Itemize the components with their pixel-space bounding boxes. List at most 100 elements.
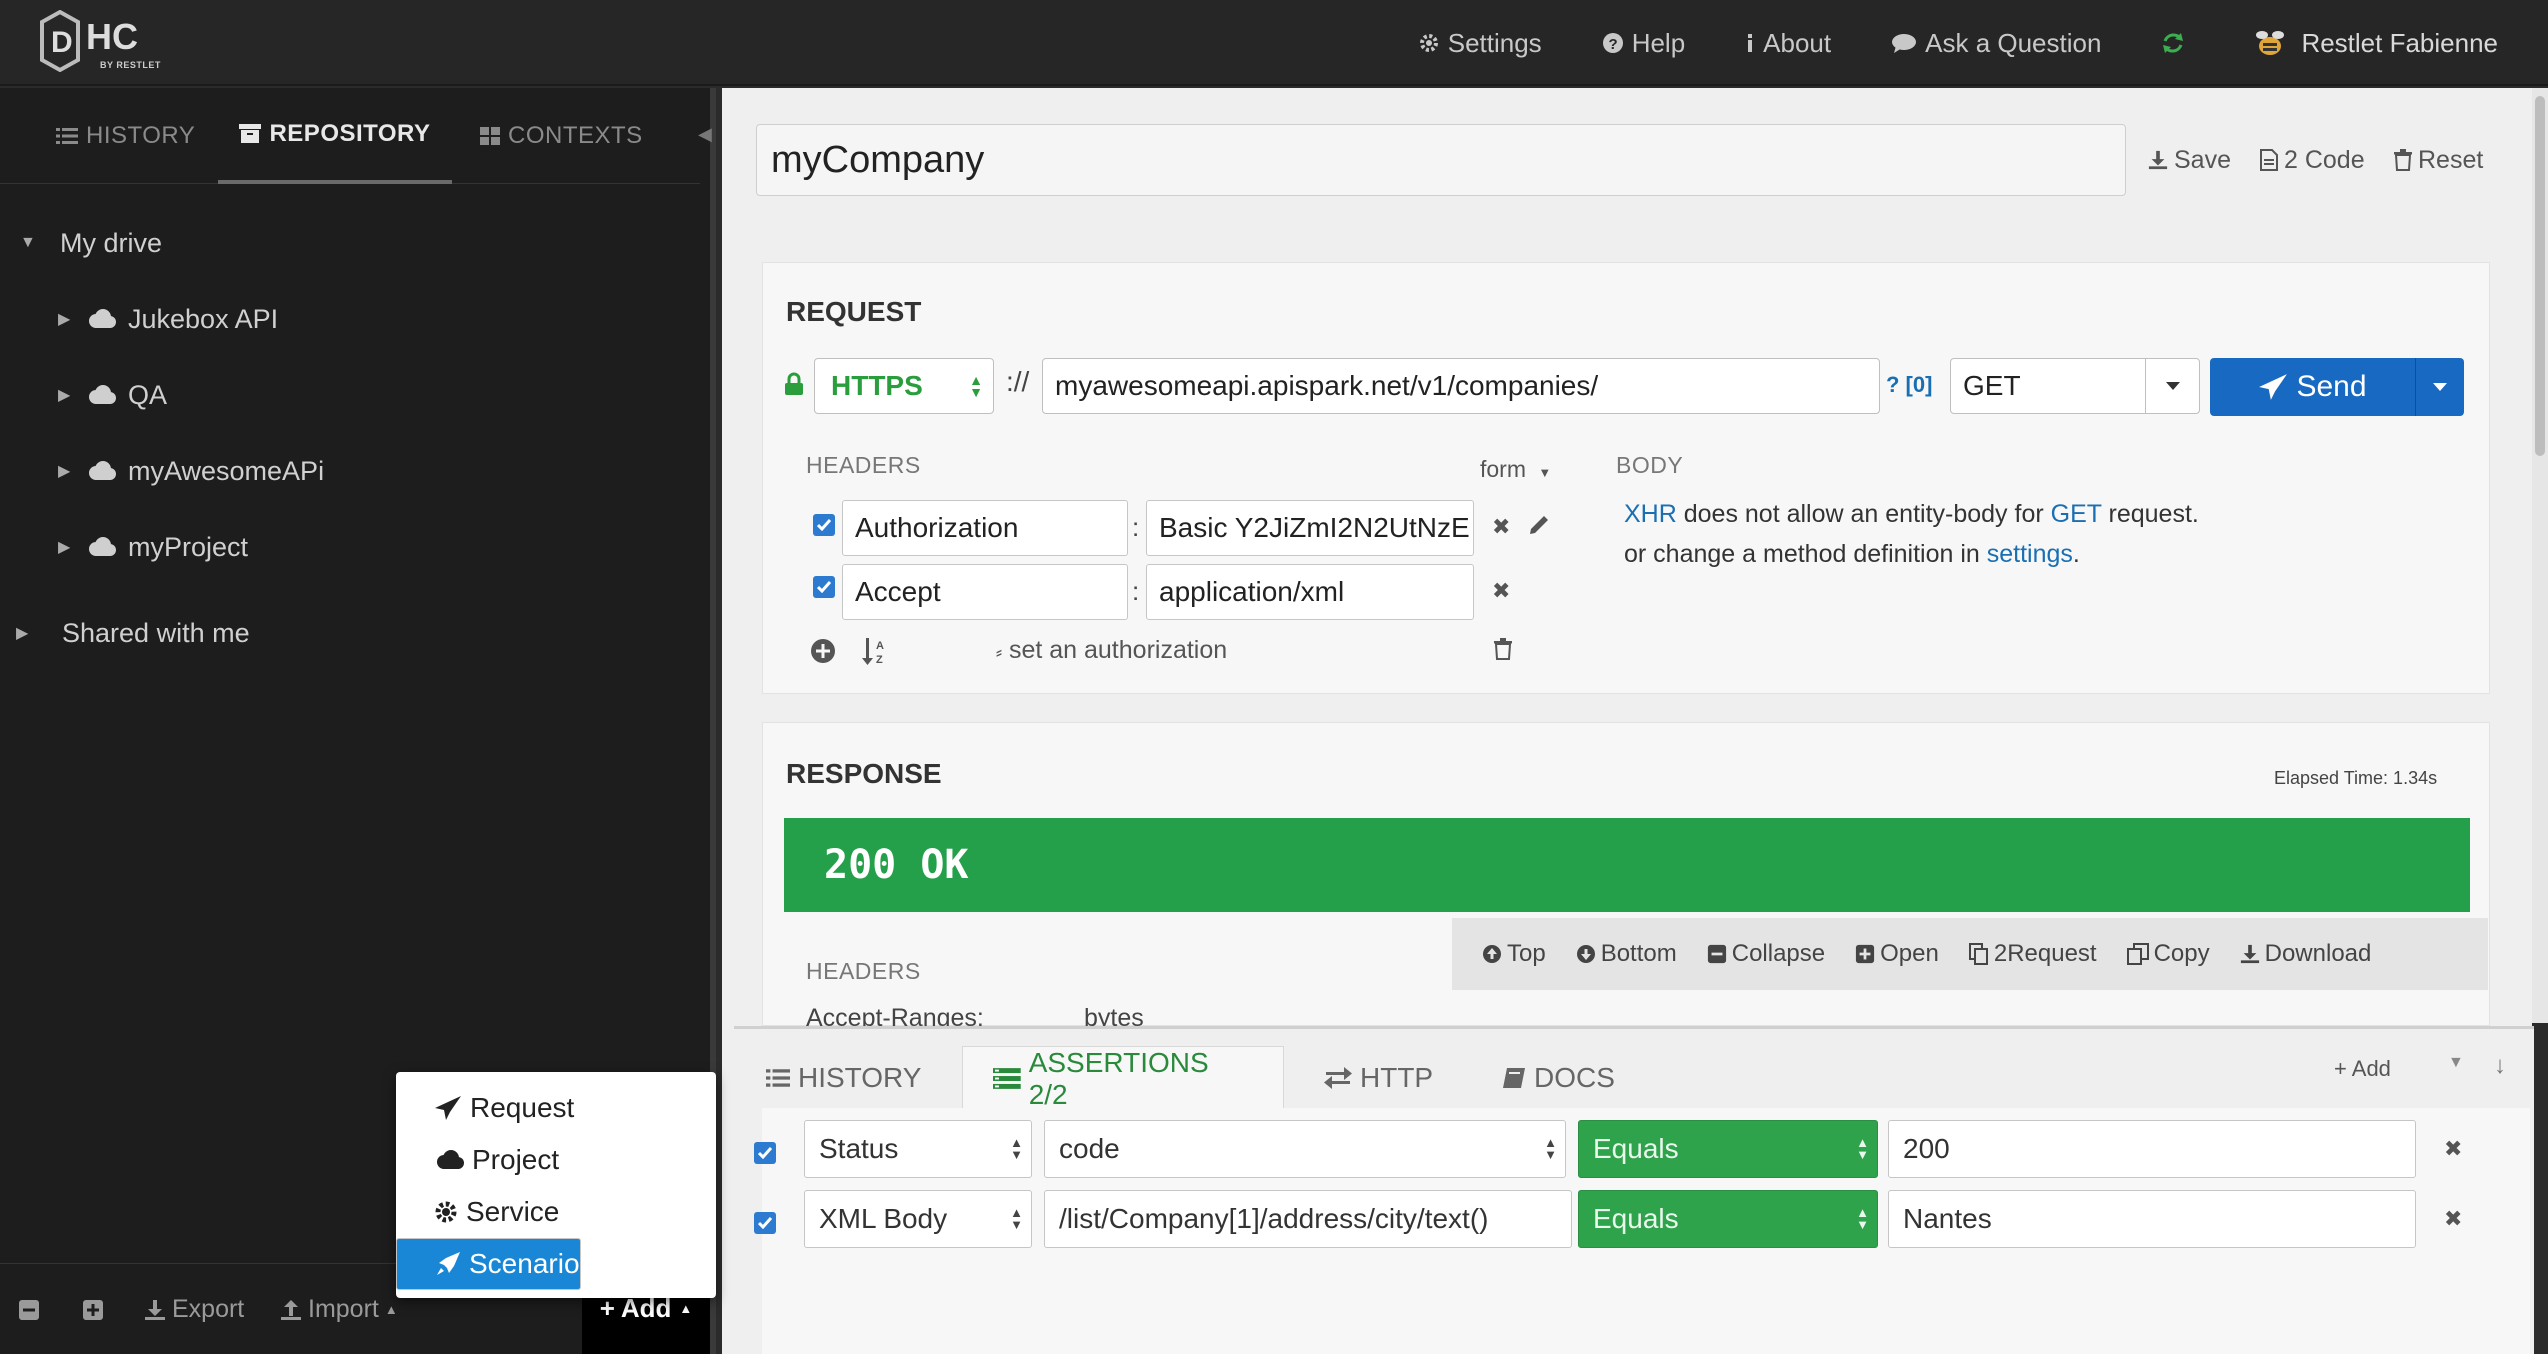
add-menu-project[interactable]: Project [396, 1134, 716, 1186]
ask-question-link[interactable]: Ask a Question [1861, 0, 2131, 86]
xhr-link[interactable]: XHR [1624, 500, 1677, 528]
set-authorization-link[interactable]: ⸗ set an authorization [996, 636, 1227, 665]
header-name-input[interactable]: Authorization [842, 500, 1128, 556]
assertion-operator-select[interactable]: Equals ▲ ▼ [1578, 1120, 1878, 1178]
tree-item-jukebox-api[interactable]: ▶ Jukebox API [58, 294, 278, 344]
url-input[interactable]: myawesomeapi.apispark.net/v1/companies/ [1042, 358, 1880, 414]
header-enabled-checkbox[interactable] [813, 576, 835, 598]
chevron-down-icon[interactable]: ▼ [2448, 1054, 2464, 1072]
tree-item-label: Jukebox API [128, 303, 279, 334]
cloud-icon [89, 537, 116, 556]
assertion-value-input[interactable]: Nantes [1888, 1190, 2416, 1248]
body-text-part: or change a method definition in [1624, 540, 1987, 568]
expand-all-button[interactable] [82, 1264, 110, 1354]
query-params-link[interactable]: ? [0] [1886, 372, 1932, 398]
bottom-button[interactable]: Bottom [1576, 940, 1677, 968]
tab-contexts-label: CONTEXTS [508, 122, 643, 149]
set-authorization-label: set an authorization [1008, 636, 1228, 664]
form-toggle[interactable]: form ▼ [1480, 456, 1551, 483]
avatar [2256, 31, 2285, 55]
tree-item-qa[interactable]: ▶ QA [58, 370, 167, 420]
download-label: Download [2264, 940, 2372, 967]
header-value-input[interactable]: Basic Y2JiZmI2N2UtNzE [1146, 500, 1474, 556]
export-label: Export [172, 1295, 245, 1323]
assertion-enabled-checkbox[interactable] [754, 1212, 776, 1234]
tree-item-myawesomeapi[interactable]: ▶ myAwesomeAPi [58, 446, 324, 496]
settings-link[interactable]: settings [1987, 540, 2073, 568]
user-menu[interactable]: Restlet Fabienne [2223, 0, 2498, 86]
download-button[interactable]: Download [2240, 940, 2372, 968]
header-name-input[interactable]: Accept [842, 564, 1128, 620]
scrollbar-thumb[interactable] [2535, 96, 2545, 456]
help-link[interactable]: ? Help [1572, 0, 1715, 86]
remove-assertion-icon[interactable]: ✖ [2444, 1206, 2462, 1232]
top-button[interactable]: Top [1482, 940, 1546, 968]
edit-header-icon[interactable] [1528, 512, 1552, 542]
get-link[interactable]: GET [2051, 500, 2102, 528]
remove-header-icon[interactable]: ✖ [1492, 514, 1510, 540]
send-label: Send [2296, 370, 2367, 403]
to-request-button[interactable]: 2Request [1968, 940, 2097, 968]
status-text: 200 OK [824, 842, 969, 888]
reset-button[interactable]: Reset [2394, 124, 2483, 196]
assertion-value-input[interactable]: 200 [1888, 1120, 2416, 1178]
assertion-path-input[interactable]: /list/Company[1]/address/city/text() [1044, 1190, 1572, 1248]
chevron-down-icon[interactable] [2145, 359, 2199, 413]
tab-contexts[interactable]: CONTEXTS [480, 88, 643, 184]
copy-button[interactable]: Copy [2126, 940, 2210, 968]
sort-alpha-icon[interactable]: AZ [862, 636, 890, 672]
bottom-tab-http[interactable]: HTTP [1324, 1046, 1433, 1110]
add-menu-scenario[interactable]: Scenario [396, 1238, 581, 1290]
bottom-tab-assertions[interactable]: ASSERTIONS 2/2 [962, 1046, 1284, 1110]
add-header-icon[interactable] [810, 638, 836, 670]
main-scrollbar[interactable] [2532, 88, 2548, 1023]
tree-shared-with-me[interactable]: ▶ Shared with me [16, 608, 250, 658]
send-button[interactable]: Send [2210, 358, 2464, 416]
arrow-down-icon[interactable]: ↓ [2494, 1052, 2506, 1080]
dhc-logo[interactable]: D HC BY RESTLET [38, 10, 178, 72]
header-value-input[interactable]: application/xml [1146, 564, 1474, 620]
collapse-all-button[interactable] [18, 1264, 46, 1354]
export-button[interactable]: Export [144, 1264, 244, 1354]
assertion-path-select[interactable]: code ▲ ▼ [1044, 1120, 1566, 1178]
url-value: myawesomeapi.apispark.net/v1/companies/ [1055, 370, 1599, 401]
rocket-icon [437, 1252, 460, 1275]
assertion-type-select[interactable]: Status ▲ ▼ [804, 1120, 1032, 1178]
add-menu-service[interactable]: Service [396, 1186, 716, 1238]
tab-repository[interactable]: REPOSITORY [218, 88, 452, 184]
remove-header-icon[interactable]: ✖ [1492, 578, 1510, 604]
header-enabled-checkbox[interactable] [813, 514, 835, 536]
add-assertion-button[interactable]: + Add [2334, 1056, 2391, 1082]
import-button[interactable]: Import ▲ [280, 1264, 398, 1354]
assertion-enabled-checkbox[interactable] [754, 1142, 776, 1164]
minus-square-icon [1707, 944, 1726, 964]
code-button[interactable]: 2 Code [2260, 124, 2365, 196]
save-label: Save [2174, 145, 2231, 174]
grid-icon [480, 127, 500, 145]
add-menu-request[interactable]: Request [396, 1082, 716, 1134]
bottom-tab-docs[interactable]: DOCS [1502, 1046, 1615, 1110]
collapse-sidebar-icon[interactable]: ◀ [698, 124, 712, 145]
bottom-tab-history[interactable]: HISTORY [766, 1046, 921, 1110]
response-headers-label: HEADERS [806, 958, 921, 984]
method-select[interactable]: GET [1950, 358, 2200, 414]
save-button[interactable]: Save [2148, 124, 2231, 196]
add-assertion-label: Add [2351, 1056, 2391, 1081]
open-button[interactable]: Open [1855, 940, 1939, 968]
remove-assertion-icon[interactable]: ✖ [2444, 1136, 2462, 1162]
assertion-operator-select[interactable]: Equals ▲ ▼ [1578, 1190, 1878, 1248]
settings-link[interactable]: Settings [1388, 0, 1572, 86]
assertion-value-text: Nantes [1903, 1203, 1992, 1234]
about-link[interactable]: About [1715, 0, 1861, 86]
protocol-select[interactable]: HTTPS ▲ ▼ [814, 358, 994, 414]
clear-headers-icon[interactable] [1494, 638, 1512, 666]
tab-history[interactable]: HISTORY [56, 88, 195, 184]
add-menu-project-label: Project [472, 1144, 560, 1175]
collapse-button[interactable]: Collapse [1707, 940, 1825, 968]
tree-item-myproject[interactable]: ▶ myProject [58, 522, 248, 572]
sync-button[interactable] [2131, 0, 2223, 86]
assertion-type-select[interactable]: XML Body ▲ ▼ [804, 1190, 1032, 1248]
tree-my-drive[interactable]: ▼ My drive [20, 218, 162, 268]
request-name-input[interactable]: myCompany [756, 124, 2126, 196]
send-options-chevron-icon[interactable] [2415, 358, 2463, 416]
